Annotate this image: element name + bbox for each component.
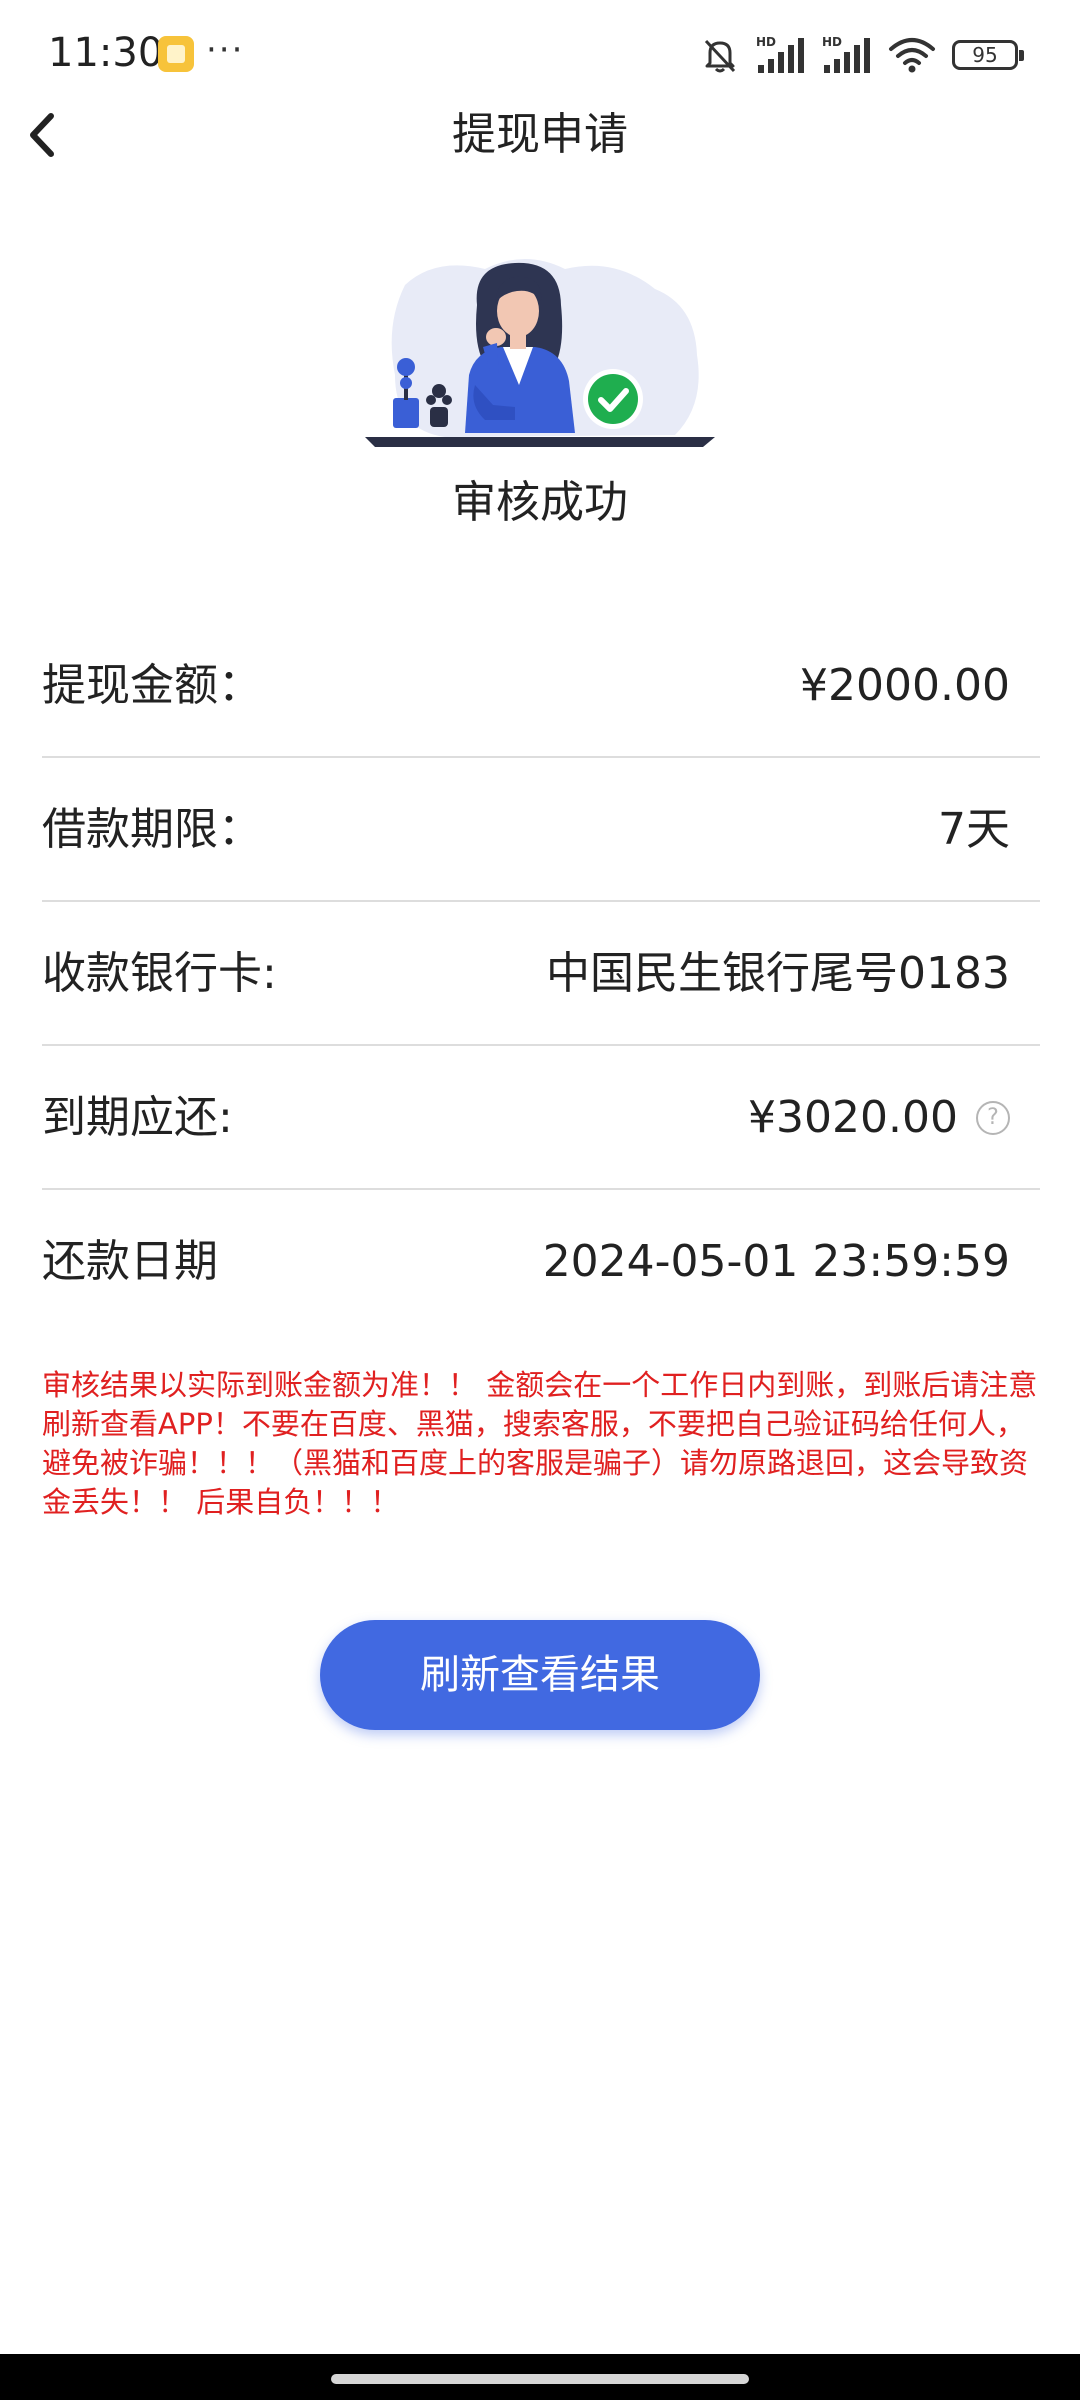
help-icon[interactable]: ? xyxy=(976,1101,1010,1135)
amount-value: ¥2000.00 xyxy=(800,658,1010,714)
refresh-result-button[interactable]: 刷新查看结果 xyxy=(320,1620,760,1730)
svg-text:HD: HD xyxy=(756,35,776,49)
info-row-term: 借款期限： 7天 xyxy=(42,758,1040,902)
repayment-date-label: 还款日期 xyxy=(42,1236,218,1287)
info-row-repayment-date: 还款日期 2024-05-01 23:59:59 xyxy=(42,1190,1040,1332)
withdrawal-info-list: 提现金额： ¥2000.00 借款期限： 7天 收款银行卡: 中国民生银行尾号0… xyxy=(42,614,1040,1332)
bank-card-value: 中国民生银行尾号0183 xyxy=(546,946,1010,1002)
term-value-text: 7天 xyxy=(938,804,1010,855)
mute-bell-icon xyxy=(704,39,736,73)
info-row-bank-card: 收款银行卡: 中国民生银行尾号0183 xyxy=(42,902,1040,1046)
due-amount-value: ¥3020.00 ? xyxy=(748,1090,1010,1146)
home-indicator[interactable] xyxy=(331,2374,749,2384)
bank-card-value-text: 中国民生银行尾号0183 xyxy=(546,948,1010,999)
more-notifications-icon: ··· xyxy=(206,30,245,70)
battery-icon: 95 xyxy=(952,40,1024,70)
term-label: 借款期限： xyxy=(42,804,262,855)
warning-notice: 审核结果以实际到账金额为准！！ 金额会在一个工作日内到账，到账后请注意刷新查看A… xyxy=(42,1368,1038,1519)
review-status-text: 审核成功 xyxy=(452,477,628,528)
cell-signal-2-icon: HD xyxy=(822,35,870,73)
nav-bar: 提现申请 xyxy=(0,80,1080,190)
page-title: 提现申请 xyxy=(452,109,628,160)
app-notification-icon xyxy=(158,36,194,72)
cell-signal-1-icon: HD xyxy=(756,35,804,73)
amount-label: 提现金额： xyxy=(42,660,262,711)
info-row-due-amount: 到期应还: ¥3020.00 ? xyxy=(42,1046,1040,1190)
due-amount-label: 到期应还: xyxy=(42,1092,233,1143)
bank-card-label: 收款银行卡: xyxy=(42,948,277,999)
status-time: 11:30 xyxy=(48,30,164,76)
status-icons: HD HD 95 xyxy=(700,30,1024,80)
term-value: 7天 xyxy=(938,802,1010,858)
amount-value-text: ¥2000.00 xyxy=(800,660,1010,711)
repayment-date-value: 2024-05-01 23:59:59 xyxy=(543,1234,1010,1290)
review-success-illustration xyxy=(365,259,715,447)
due-amount-value-text: ¥3020.00 xyxy=(748,1092,958,1143)
wifi-icon xyxy=(889,38,935,73)
info-row-amount: 提现金额： ¥2000.00 xyxy=(42,614,1040,758)
svg-text:HD: HD xyxy=(822,35,842,49)
repayment-date-value-text: 2024-05-01 23:59:59 xyxy=(542,1236,1010,1287)
